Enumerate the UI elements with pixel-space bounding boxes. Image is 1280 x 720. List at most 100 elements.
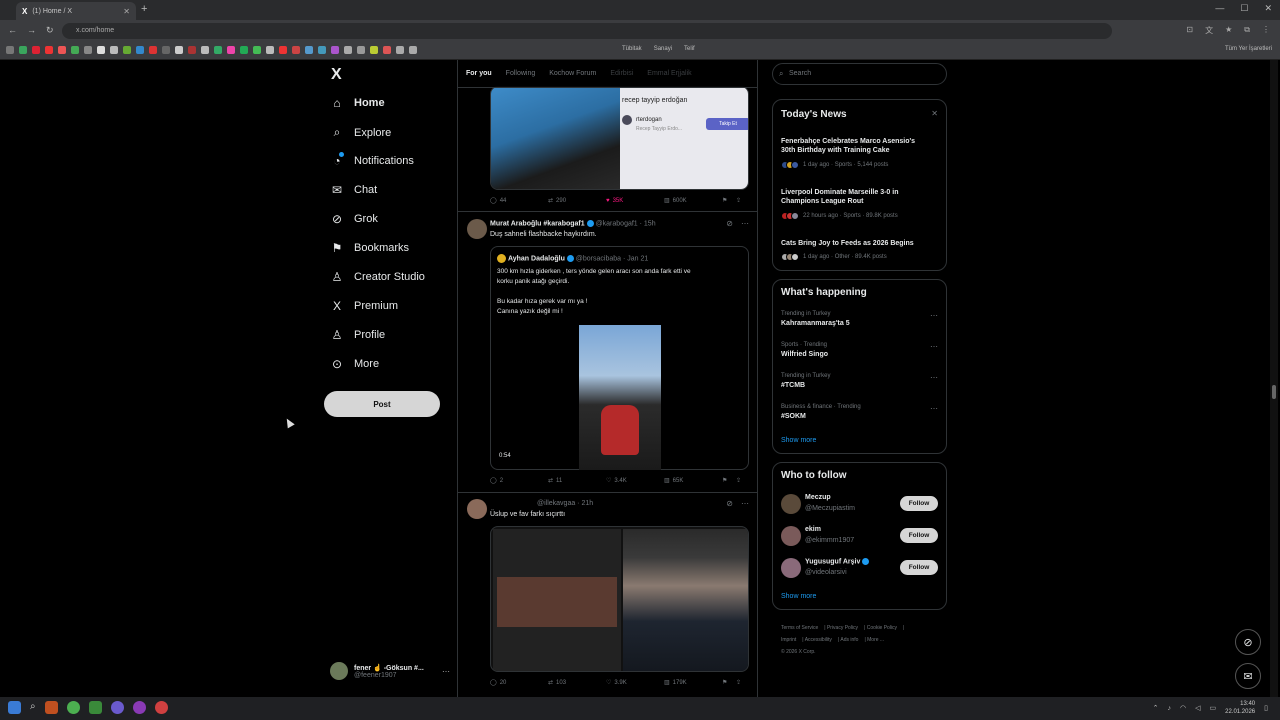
like-button[interactable]: ♡ 3.9K: [606, 679, 664, 687]
bookmark-icon[interactable]: [305, 46, 313, 54]
bookmark-icon[interactable]: [123, 46, 131, 54]
app-icon[interactable]: [132, 701, 146, 714]
news-headline[interactable]: Liverpool Dominate Marseille 3-0 in Cham…: [781, 188, 931, 206]
trend-name[interactable]: Wilfried Singo: [781, 351, 828, 358]
post-media[interactable]: [490, 526, 749, 672]
nav-chat[interactable]: ✉ Chat: [330, 183, 377, 197]
bookmark-icon[interactable]: [58, 46, 66, 54]
follow-button[interactable]: Follow: [900, 560, 938, 575]
like-button[interactable]: ♥ 35K: [606, 197, 664, 204]
bookmark-icon[interactable]: [396, 46, 404, 54]
nav-grok[interactable]: ⊘ Grok: [330, 212, 378, 226]
show-more-link[interactable]: Show more: [781, 437, 816, 444]
bookmark-icon[interactable]: [175, 46, 183, 54]
tab-list[interactable]: Edirbisi: [610, 70, 633, 77]
profile-menu-icon[interactable]: ⋮: [1262, 25, 1270, 36]
more-icon[interactable]: ⋯: [442, 667, 450, 676]
bookmark-icon[interactable]: [19, 46, 27, 54]
close-icon[interactable]: ✕: [931, 109, 938, 118]
back-icon[interactable]: ←: [8, 25, 17, 36]
translate-icon[interactable]: 文: [1205, 25, 1213, 36]
bookmark-icon[interactable]: [201, 46, 209, 54]
browser-tab[interactable]: X (1) Home / X ✕: [16, 2, 136, 20]
news-headline[interactable]: Fenerbahçe Celebrates Marco Asensio's 30…: [781, 137, 931, 155]
trend-name[interactable]: #TCMB: [781, 382, 805, 389]
bookmark-icon[interactable]: [136, 46, 144, 54]
nav-home[interactable]: ⌂ Home: [330, 96, 384, 110]
extensions-icon[interactable]: ⧉: [1244, 25, 1250, 36]
bookmark-icon[interactable]: [279, 46, 287, 54]
video-player[interactable]: [579, 325, 661, 470]
bookmark-icon[interactable]: [331, 46, 339, 54]
bookmark-icon[interactable]: [188, 46, 196, 54]
bookmark-icon[interactable]: [253, 46, 261, 54]
more-icon[interactable]: ⋯: [741, 499, 749, 508]
close-window-icon[interactable]: ✕: [1264, 3, 1272, 14]
nav-premium[interactable]: X Premium: [330, 299, 398, 313]
news-headline[interactable]: Cats Bring Joy to Feeds as 2026 Begins: [781, 239, 931, 248]
bookmark-icon[interactable]: [227, 46, 235, 54]
reply-button[interactable]: ◯ 44: [490, 197, 548, 205]
nav-creator-studio[interactable]: ♙ Creator Studio: [330, 270, 425, 284]
grok-floating-button[interactable]: ⊘: [1235, 629, 1261, 655]
new-tab-icon[interactable]: +: [141, 3, 147, 15]
quoted-post[interactable]: Ayhan Dadaloğlu @borsacibaba · Jan 21 30…: [490, 246, 749, 470]
repost-button[interactable]: ⇄ 11: [548, 477, 606, 485]
search-icon[interactable]: ⌕: [30, 701, 36, 714]
avatar[interactable]: [781, 494, 801, 514]
bookmark-icon[interactable]: [45, 46, 53, 54]
bookmark-icon[interactable]: [214, 46, 222, 54]
share-icon[interactable]: ⇪: [736, 679, 741, 686]
windows-start-icon[interactable]: [8, 701, 21, 714]
repost-button[interactable]: ⇄ 290: [548, 197, 606, 205]
bookmark-icon[interactable]: [97, 46, 105, 54]
wifi-icon[interactable]: ◠: [1180, 704, 1186, 712]
reply-button[interactable]: ◯ 2: [490, 477, 548, 485]
more-icon[interactable]: ⋯: [741, 219, 749, 228]
footer-link[interactable]: Privacy Policy: [827, 625, 858, 631]
reload-icon[interactable]: ↻: [46, 25, 54, 36]
bookmark-icon[interactable]: [344, 46, 352, 54]
nav-notifications[interactable]: ◔ Notifications: [330, 152, 414, 168]
nav-profile[interactable]: ♙ Profile: [330, 328, 386, 342]
messages-floating-button[interactable]: ✉: [1235, 663, 1261, 689]
avatar[interactable]: [467, 219, 487, 239]
bookmark-icon[interactable]: [84, 46, 92, 54]
views-count[interactable]: ▥ 600K: [664, 197, 722, 205]
show-more-link[interactable]: Show more: [781, 593, 816, 600]
footer-link[interactable]: Accessibility: [805, 637, 832, 643]
user-name[interactable]: Meczup: [805, 494, 831, 501]
more-icon[interactable]: ⋯: [930, 373, 938, 382]
views-count[interactable]: ▥ 179K: [664, 679, 722, 687]
bookmark-folder[interactable]: Tübitak: [622, 46, 642, 52]
all-bookmarks[interactable]: Tüm Yer İşaretleri: [1225, 46, 1272, 52]
share-icon[interactable]: ⇪: [736, 197, 741, 204]
footer-link[interactable]: Ads info: [840, 637, 858, 643]
clock[interactable]: 13:40 22.01.2026: [1225, 700, 1255, 716]
avatar[interactable]: [781, 558, 801, 578]
bookmark-icon[interactable]: ⚑: [722, 477, 736, 484]
bookmark-icon[interactable]: ⚑: [722, 679, 736, 686]
bookmark-icon[interactable]: [357, 46, 365, 54]
tab-for-you[interactable]: For you: [466, 70, 492, 77]
chevron-up-icon[interactable]: ⌃: [1153, 704, 1159, 712]
trend-name[interactable]: Kahramanmaraş'ta 5: [781, 320, 850, 327]
user-name[interactable]: Yugusuguf Arşiv: [805, 558, 870, 565]
star-icon[interactable]: ★: [1225, 25, 1232, 36]
bookmark-icon[interactable]: [162, 46, 170, 54]
app-icon[interactable]: [44, 701, 58, 714]
follow-button[interactable]: Follow: [900, 496, 938, 511]
post-button[interactable]: Post: [324, 391, 440, 417]
bookmark-folder[interactable]: Sanayi: [654, 46, 672, 52]
grok-icon[interactable]: ⊘: [726, 499, 733, 508]
author-handle[interactable]: @karabogaf1 · 15h: [596, 220, 656, 227]
tab-following[interactable]: Following: [506, 70, 536, 77]
footer-link[interactable]: Cookie Policy: [867, 625, 897, 631]
trend-name[interactable]: #SOKM: [781, 413, 806, 420]
bookmark-icon[interactable]: [240, 46, 248, 54]
bookmark-icon[interactable]: [71, 46, 79, 54]
grok-icon[interactable]: ⊘: [726, 219, 733, 228]
apps-icon[interactable]: [6, 46, 14, 54]
maximize-icon[interactable]: ☐: [1240, 3, 1248, 14]
nav-bookmarks[interactable]: ⚑ Bookmarks: [330, 241, 409, 255]
